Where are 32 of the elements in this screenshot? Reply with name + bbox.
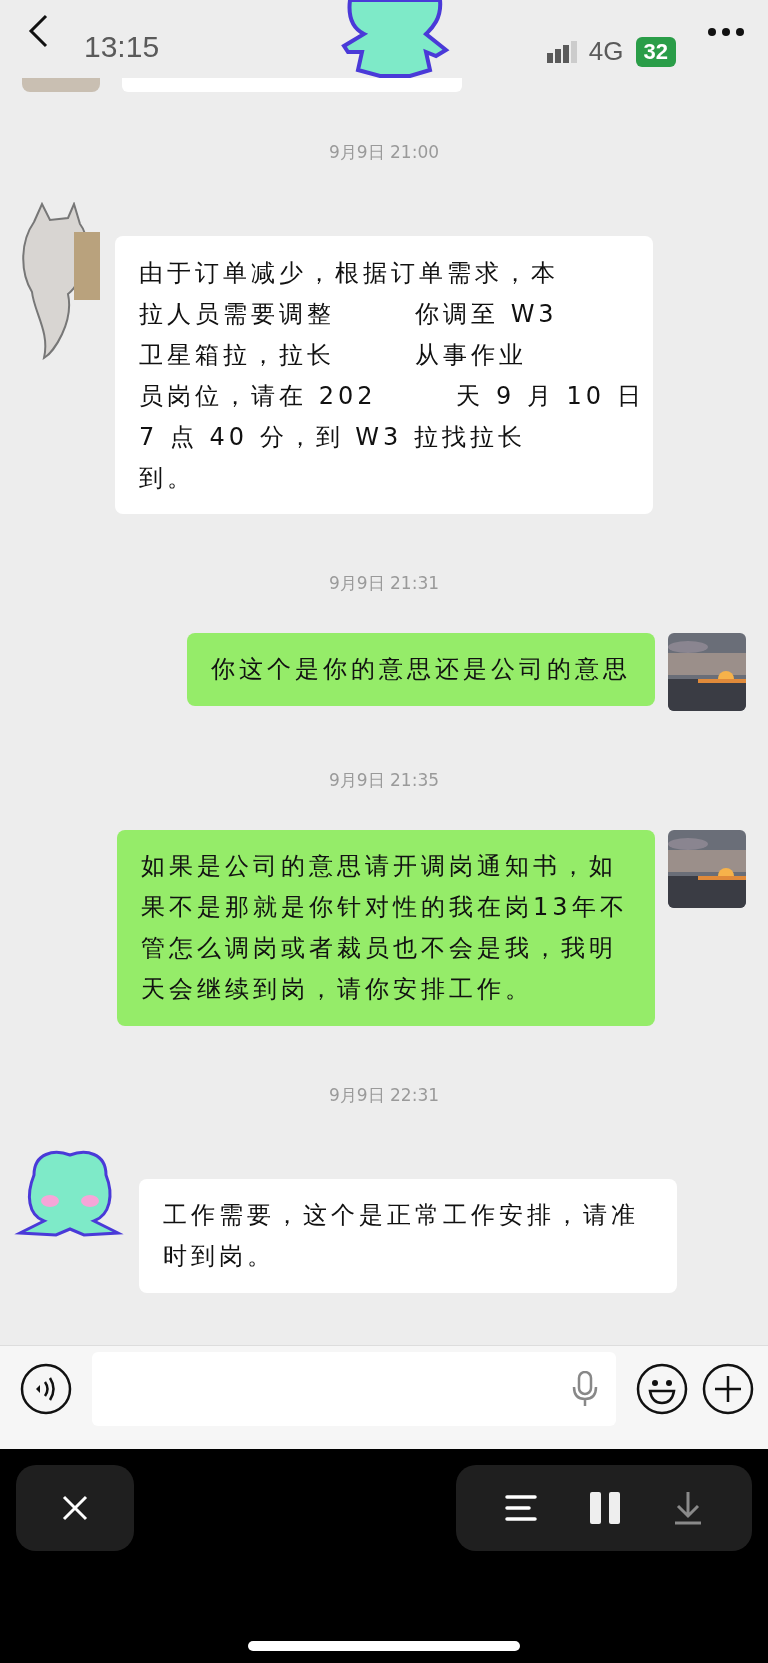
emoji-icon[interactable] (636, 1362, 688, 1415)
timestamp: 9月9日 21:31 (329, 572, 439, 596)
microphone-icon[interactable] (572, 1370, 598, 1407)
signal-icon (546, 40, 577, 63)
battery-level: 32 (635, 36, 676, 67)
status-time: 13:15 (84, 30, 160, 64)
network-label: 4G (588, 36, 624, 67)
add-icon[interactable] (702, 1362, 754, 1415)
timestamp: 9月9日 22:31 (329, 1084, 439, 1108)
voice-icon[interactable] (20, 1362, 72, 1415)
message-text: 天 9 月 10 日 (456, 380, 645, 412)
back-icon[interactable] (28, 14, 48, 48)
timestamp: 9月9日 21:00 (329, 141, 439, 165)
message-input-field[interactable] (92, 1351, 616, 1426)
message-text: 7 点 40 分，到 W3 拉找拉长 (139, 421, 526, 453)
timestamp: 9月9日 21:35 (329, 769, 439, 793)
message-text: 员岗位，请在 202 (139, 380, 377, 412)
message-text: 卫星箱拉，拉长 (139, 339, 335, 371)
close-icon (62, 1495, 88, 1522)
message-text: 从事作业 (415, 339, 527, 371)
download-icon[interactable] (673, 1491, 703, 1526)
list-icon[interactable] (505, 1494, 537, 1523)
message-text: 如果是公司的意思请开调岗通知书，如果不是那就是你针对性的我在岗13年不管怎么调岗或者裁员也不会是我，我明天会继续到岗，请你安排工作。 (141, 851, 629, 1006)
message-text: 你调至 W3 (415, 298, 558, 330)
more-icon[interactable] (708, 28, 744, 36)
message-text: 你这个是你的意思还是公司的意思 (211, 654, 631, 686)
pause-icon[interactable] (589, 1491, 621, 1526)
message-text: 工作需要，这个是正常工作安排，请准时到岗。 (163, 1200, 640, 1273)
message-text: 到。 (139, 462, 195, 494)
message-text: 拉人员需要调整 (139, 298, 335, 330)
message-text: 由于订单减少，根据订单需求，本 (139, 257, 559, 289)
close-button[interactable] (16, 1465, 134, 1552)
